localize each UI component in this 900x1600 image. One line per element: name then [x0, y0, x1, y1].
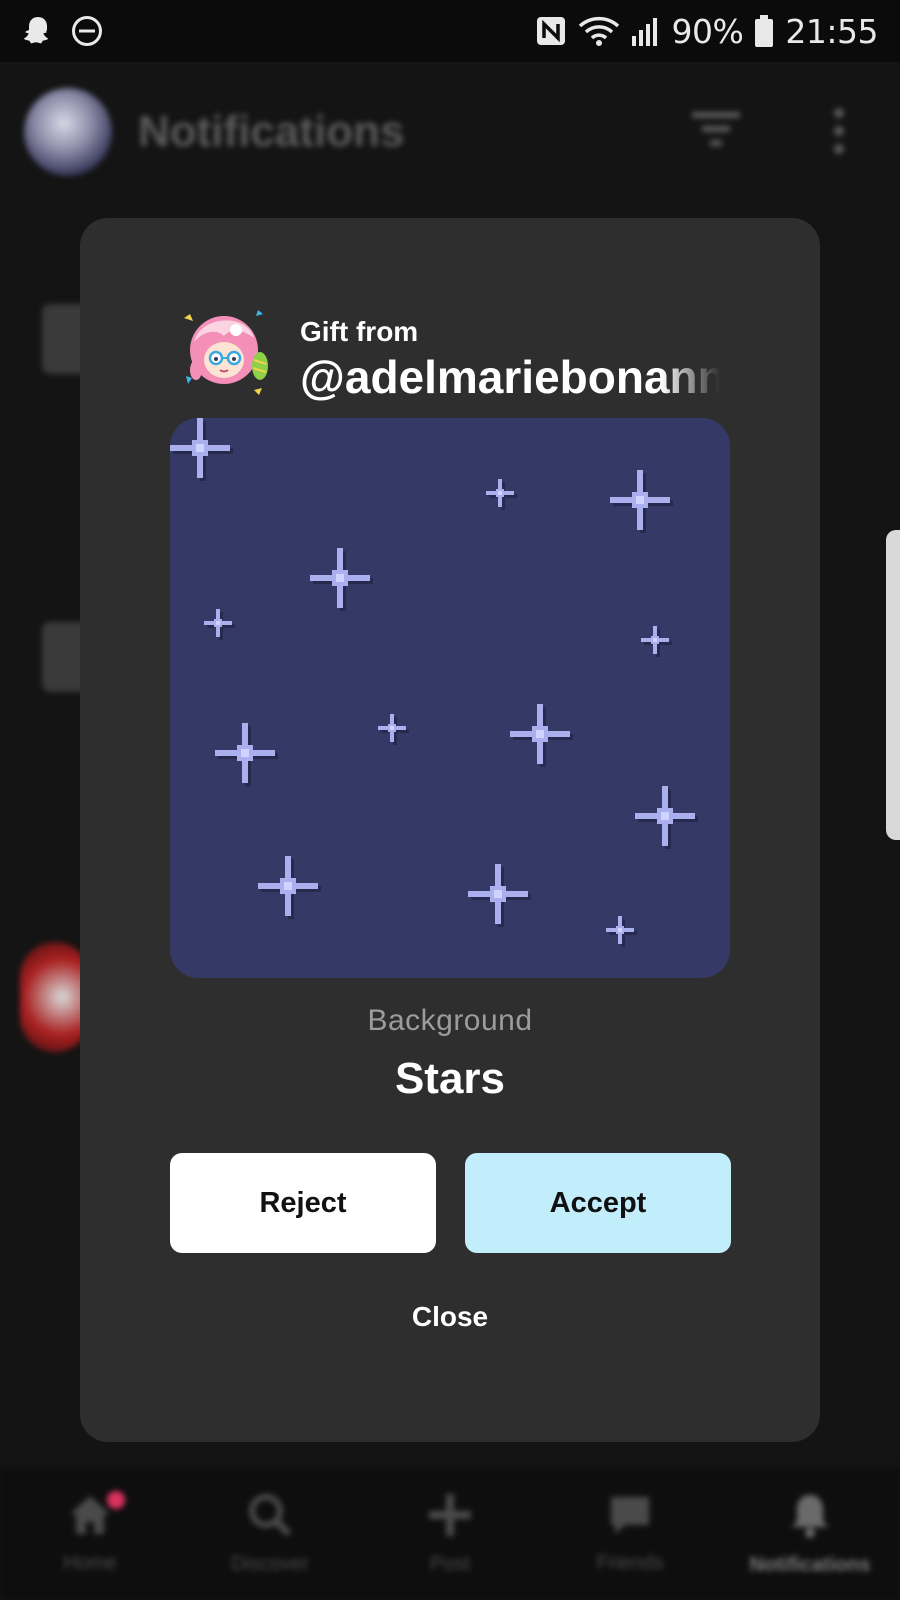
star-sparkle: [204, 609, 235, 640]
nav-item-discover[interactable]: Discover: [185, 1492, 355, 1576]
nav-label: Post: [429, 1553, 471, 1575]
nav-label: Friends: [596, 1552, 664, 1574]
star-sparkle: [635, 786, 698, 849]
nav-item-friends[interactable]: Friends: [545, 1493, 715, 1575]
star-sparkle: [170, 418, 233, 481]
nfc-icon: [534, 14, 568, 48]
gift-dialog: Gift from @adelmariebonanno Background S…: [80, 218, 820, 1442]
battery-percent: 90%: [671, 11, 744, 51]
plus-icon: [427, 1492, 473, 1543]
wifi-icon: [578, 14, 620, 48]
snapchat-icon: [20, 13, 56, 49]
avatar[interactable]: [180, 306, 270, 400]
app-header: Notifications: [0, 62, 900, 202]
star-sparkle: [258, 856, 321, 919]
search-icon: [247, 1492, 293, 1543]
item-name: Stars: [394, 1054, 506, 1103]
battery-icon: [753, 14, 775, 48]
bottom-nav: Home Discover Post Friends Notifications: [0, 1468, 900, 1600]
sender-username[interactable]: @adelmariebonanno: [300, 350, 720, 404]
star-sparkle: [468, 864, 531, 927]
bell-icon: [787, 1491, 833, 1544]
signal-icon: [630, 14, 662, 48]
item-category: Background: [367, 1004, 533, 1037]
more-vertical-icon[interactable]: [830, 106, 848, 161]
accept-button[interactable]: Accept: [465, 1153, 731, 1253]
scrollbar[interactable]: [886, 530, 900, 840]
nav-label: Notifications: [749, 1554, 871, 1576]
star-sparkle: [378, 714, 409, 745]
clock: 21:55: [785, 11, 878, 51]
star-sparkle: [641, 626, 672, 657]
filter-icon[interactable]: [690, 110, 742, 155]
gift-header: Gift from @adelmariebonanno: [180, 306, 720, 406]
do-not-disturb-icon: [70, 14, 104, 48]
star-sparkle: [510, 704, 573, 767]
star-sparkle: [606, 916, 637, 947]
nav-item-notifications[interactable]: Notifications: [725, 1491, 895, 1577]
star-sparkle: [310, 548, 373, 611]
gift-from-label: Gift from: [300, 316, 419, 347]
star-sparkle: [215, 723, 278, 786]
nav-label: Discover: [231, 1553, 309, 1575]
star-sparkle: [610, 470, 673, 533]
notification-badge: [107, 1491, 125, 1509]
chat-icon: [607, 1493, 653, 1542]
status-bar: 90% 21:55: [0, 0, 900, 62]
star-sparkle: [486, 479, 517, 510]
avatar[interactable]: [24, 88, 112, 176]
reject-button[interactable]: Reject: [170, 1153, 436, 1253]
nav-item-home[interactable]: Home: [5, 1491, 175, 1575]
close-button[interactable]: Close: [350, 1292, 550, 1342]
nav-item-post[interactable]: Post: [365, 1492, 535, 1576]
page-title: Notifications: [138, 107, 405, 156]
gift-preview-image: [170, 418, 730, 978]
nav-label: Home: [63, 1552, 117, 1574]
